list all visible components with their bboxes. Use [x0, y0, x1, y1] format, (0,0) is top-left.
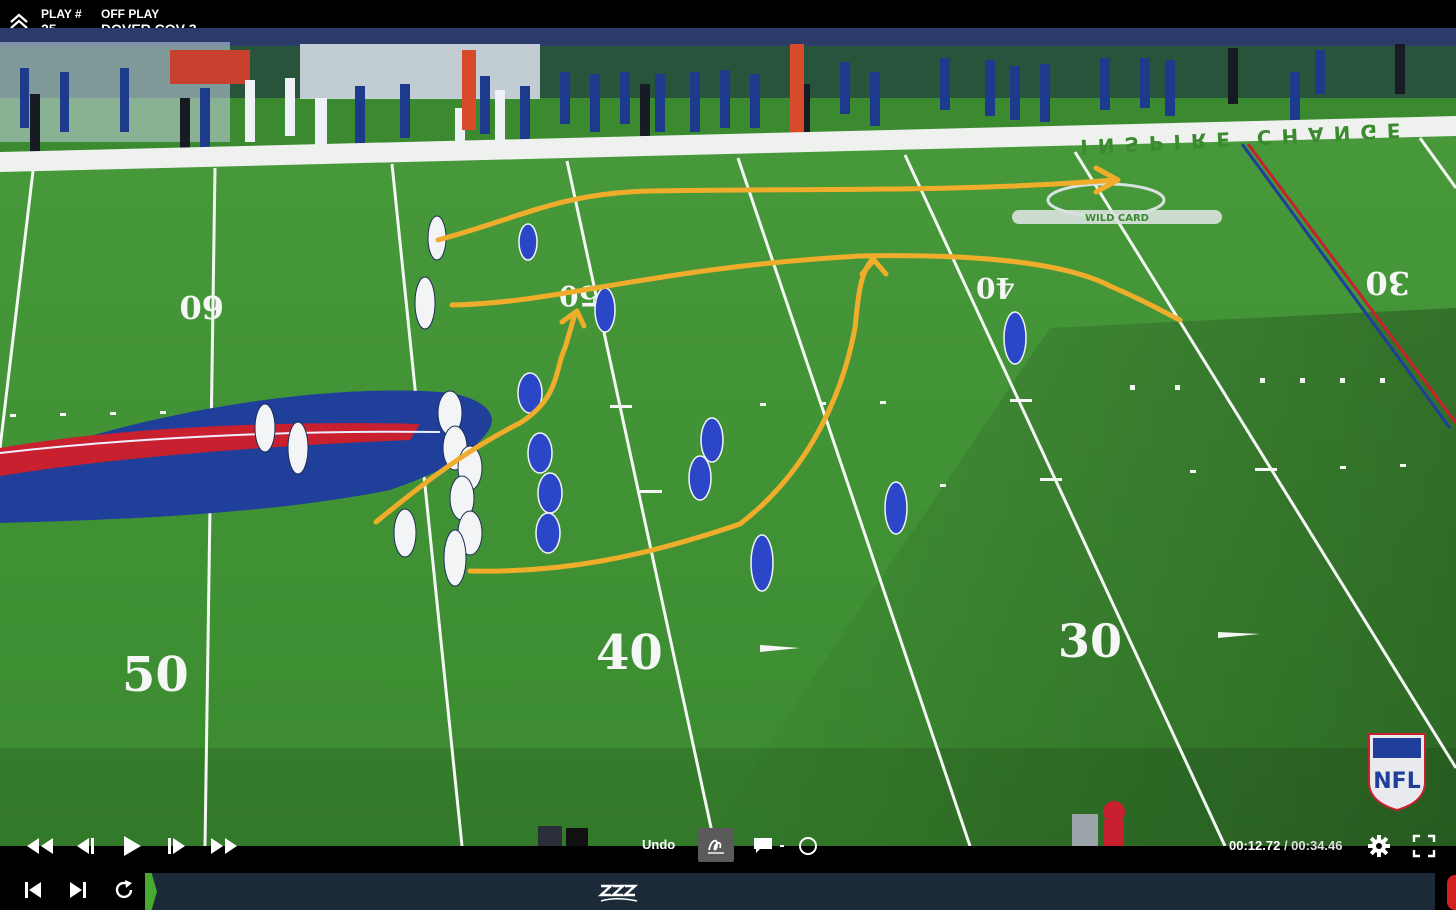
yard-number: 50 [122, 647, 189, 703]
gear-icon [1368, 835, 1390, 857]
step-forward-icon [168, 838, 185, 854]
play-button[interactable] [120, 834, 144, 858]
playback-controls: Undo 00:12.72 / 00:34.46 [0, 826, 1456, 866]
current-time: 00:12.72 [1229, 838, 1281, 853]
fullscreen-button[interactable] [1411, 834, 1437, 858]
off-play-label: OFF PLAY [101, 7, 160, 21]
nfl-shield-text: NFL [1373, 769, 1420, 794]
timeline-bar [0, 866, 1456, 910]
skip-end-button[interactable] [67, 878, 89, 902]
top-bar: PLAY # 25 OFF PLAY DOVER COV 3 [0, 0, 1456, 37]
nfl-shield-icon: NFL [1368, 733, 1426, 812]
yard-number: 30 [1058, 614, 1122, 668]
rewind-button[interactable] [24, 834, 56, 858]
football-field: INSPIRE CHANGE 50 40 30 60 50 40 30 WILD… [0, 28, 1456, 846]
comment-button[interactable] [752, 834, 774, 858]
tool-separator [778, 834, 788, 858]
step-forward-button[interactable] [165, 834, 189, 858]
circle-tool-button[interactable] [797, 834, 819, 858]
pen-icon [708, 839, 724, 854]
yard-number: 60 [179, 288, 224, 326]
play-number-label: PLAY # [41, 7, 82, 21]
comment-icon [754, 838, 772, 853]
replay-icon [115, 880, 133, 899]
timeline-track[interactable] [145, 873, 1435, 910]
yard-number: 30 [1365, 264, 1410, 302]
playhead[interactable] [145, 873, 157, 910]
play-icon [124, 836, 141, 856]
fullscreen-icon [1412, 834, 1436, 858]
time-separator: / [1280, 838, 1292, 853]
skip-end-icon [70, 882, 86, 898]
timeline-end-marker [1447, 875, 1456, 910]
skip-start-icon [25, 882, 41, 898]
yard-number: 40 [596, 625, 663, 681]
circle-icon [799, 837, 817, 855]
time-display: 00:12.72 / 00:34.46 [1229, 838, 1343, 853]
undo-button[interactable]: Undo [642, 837, 675, 852]
replay-button[interactable] [112, 878, 136, 902]
step-back-icon [77, 838, 94, 854]
video-frame[interactable]: INSPIRE CHANGE 50 40 30 60 50 40 30 WILD… [0, 28, 1456, 846]
duration: 00:34.46 [1291, 838, 1343, 853]
rewind-icon [27, 838, 53, 854]
pen-tool-button[interactable] [698, 828, 734, 862]
settings-button[interactable] [1366, 834, 1392, 858]
wildcard-text: WILD CARD [1085, 213, 1149, 224]
marker-icon[interactable] [597, 881, 641, 905]
fast-forward-button[interactable] [208, 834, 240, 858]
fast-forward-icon [211, 838, 237, 854]
video-player-app: PLAY # 25 OFF PLAY DOVER COV 3 [0, 0, 1456, 910]
dash-icon [780, 845, 784, 847]
yard-number: 40 [976, 271, 1015, 304]
skip-start-button[interactable] [22, 878, 44, 902]
step-back-button[interactable] [73, 834, 97, 858]
